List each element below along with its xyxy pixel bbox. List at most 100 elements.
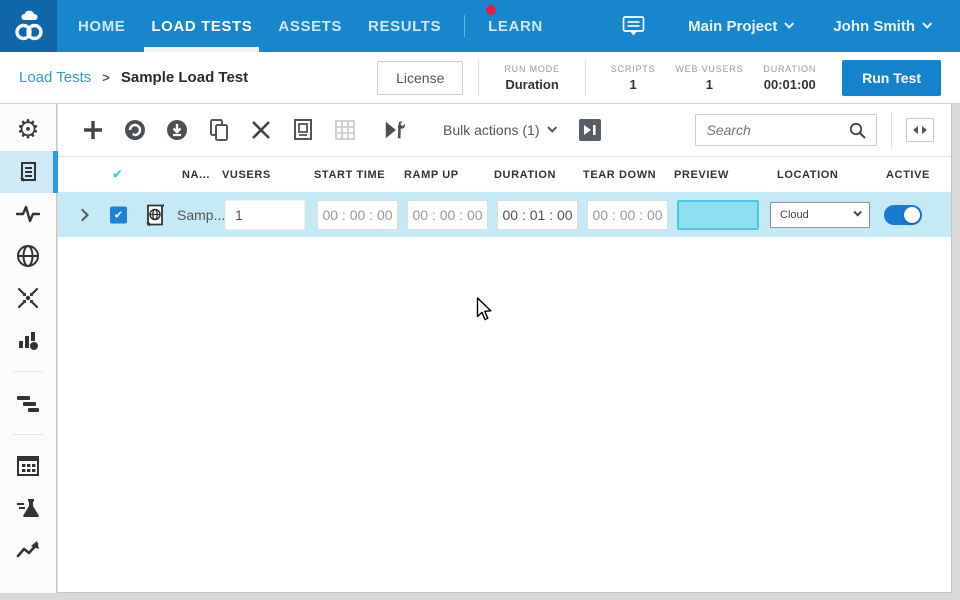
arrow-left-icon [913,126,918,134]
notification-dot [486,5,496,15]
location-select-value: Cloud [780,209,809,221]
bulk-actions-dropdown[interactable]: Bulk actions (1) [443,122,555,138]
tear-down-input[interactable]: 00 : 00 : 00 [587,200,668,230]
copy-icon [208,118,230,142]
col-header-ramp-up[interactable]: RAMP UP [404,169,459,181]
duration-stat: DURATION 00:01:00 [763,64,816,92]
document-frame-icon [292,118,314,142]
gear-icon: ⚙ [16,117,39,143]
row-checkbox-checked[interactable]: ✔ [110,206,127,223]
select-all-check-icon[interactable]: ✔ [112,167,124,182]
row-name[interactable]: Samp... [177,207,225,223]
launch-grid-button[interactable] [579,119,601,141]
sidebar-item-trends[interactable] [0,529,57,571]
test-summary-cluster: License RUN MODE Duration SCRIPTS 1 WEB … [377,60,941,96]
nav-item-load-tests[interactable]: LOAD TESTS [138,0,265,52]
vusers-input[interactable]: 1 [225,200,305,230]
divider [585,60,586,96]
ramp-up-input[interactable]: 00 : 00 : 00 [407,200,488,230]
run-test-button[interactable]: Run Test [842,60,941,96]
download-button[interactable] [165,118,189,142]
breadcrumb-parent-link[interactable]: Load Tests [19,69,91,86]
sidebar-item-settings[interactable]: ⚙ [0,109,57,151]
user-menu-label: John Smith [833,18,915,35]
run-mode-stat: RUN MODE Duration [504,64,559,92]
toggle-knob [904,207,920,223]
sidebar-item-network[interactable] [0,235,57,277]
chevron-down-icon [785,18,795,28]
search-input[interactable] [706,122,849,138]
breadcrumb-separator: > [102,70,110,85]
col-header-start-time[interactable]: START TIME [314,169,385,181]
project-menu[interactable]: Main Project [678,18,802,35]
col-header-vusers[interactable]: VUSERS [222,169,271,181]
nav-item-results[interactable]: RESULTS [355,0,454,52]
report-button[interactable] [291,118,315,142]
nav-right-cluster: Main Project John Smith [610,0,960,52]
nav-item-learn-label: LEARN [488,18,543,35]
active-toggle-on[interactable] [884,205,922,225]
page-title: Sample Load Test [121,69,248,86]
sidebar-item-load-tests[interactable] [0,151,57,193]
flask-icon [15,496,41,520]
duration-label: DURATION [763,64,816,74]
download-circle-icon [165,118,189,142]
bar-chart-dot-icon [16,328,40,352]
add-script-button[interactable] [81,118,105,142]
main-menu: HOME LOAD TESTS ASSETS RESULTS LEARN [65,0,556,52]
grid-button-disabled [333,118,357,142]
preview-chart-area[interactable] [677,200,759,230]
sidebar-divider [13,434,43,435]
col-header-active[interactable]: ACTIVE [886,169,930,181]
play-bar-icon [583,124,597,136]
feedback-chat-icon[interactable] [622,15,645,37]
col-header-location[interactable]: LOCATION [777,169,838,181]
nav-item-learn[interactable]: LEARN [475,0,556,52]
expand-row-chevron[interactable] [76,208,89,221]
col-header-preview[interactable]: PREVIEW [674,169,729,181]
sidebar-item-monitoring[interactable] [0,193,57,235]
play-wrench-icon [383,119,407,141]
top-navigation: HOME LOAD TESTS ASSETS RESULTS LEARN Mai… [0,0,960,52]
breadcrumb-bar: Load Tests > Sample Load Test License RU… [0,52,960,104]
grid-icon [334,119,356,141]
scripts-value: 1 [611,77,656,92]
sidebar-item-grid-view[interactable] [0,445,57,487]
globe-icon [16,244,40,268]
run-setup-button[interactable] [383,118,407,142]
history-button[interactable] [123,118,147,142]
run-mode-value: Duration [504,77,559,92]
web-vusers-stat: WEB VUSERS 1 [675,64,743,92]
app-logo[interactable] [0,0,57,52]
toolbar-divider [891,112,892,148]
col-header-name[interactable]: NA... [182,169,210,181]
user-menu[interactable]: John Smith [823,18,940,35]
pulse-icon [16,203,40,225]
script-globe-icon [144,202,166,227]
scripts-label: SCRIPTS [611,64,656,74]
sidebar-item-timeline[interactable] [0,382,57,424]
col-header-duration[interactable]: DURATION [494,169,556,181]
search-icon[interactable] [849,122,866,139]
nav-divider [464,15,465,37]
sidebar-item-lab[interactable] [0,487,57,529]
expand-columns-button[interactable] [906,118,934,142]
delete-button[interactable] [249,118,273,142]
arrow-right-icon [922,126,927,134]
nav-item-home[interactable]: HOME [65,0,138,52]
sidebar-item-converge[interactable] [0,277,57,319]
license-button[interactable]: License [377,61,463,95]
duplicate-button[interactable] [207,118,231,142]
gantt-bars-icon [15,394,41,412]
duration-input[interactable]: 00 : 01 : 00 [497,200,578,230]
converge-arrows-icon [16,286,40,310]
project-menu-label: Main Project [688,18,777,35]
sidebar-divider [13,371,43,372]
col-header-tear-down[interactable]: TEAR DOWN [583,169,656,181]
sidebar-item-analysis[interactable] [0,319,57,361]
start-time-input[interactable]: 00 : 00 : 00 [317,200,398,230]
script-icon [17,160,39,184]
calendar-grid-icon [16,454,40,478]
location-select[interactable]: Cloud [770,202,870,228]
nav-item-assets[interactable]: ASSETS [265,0,355,52]
